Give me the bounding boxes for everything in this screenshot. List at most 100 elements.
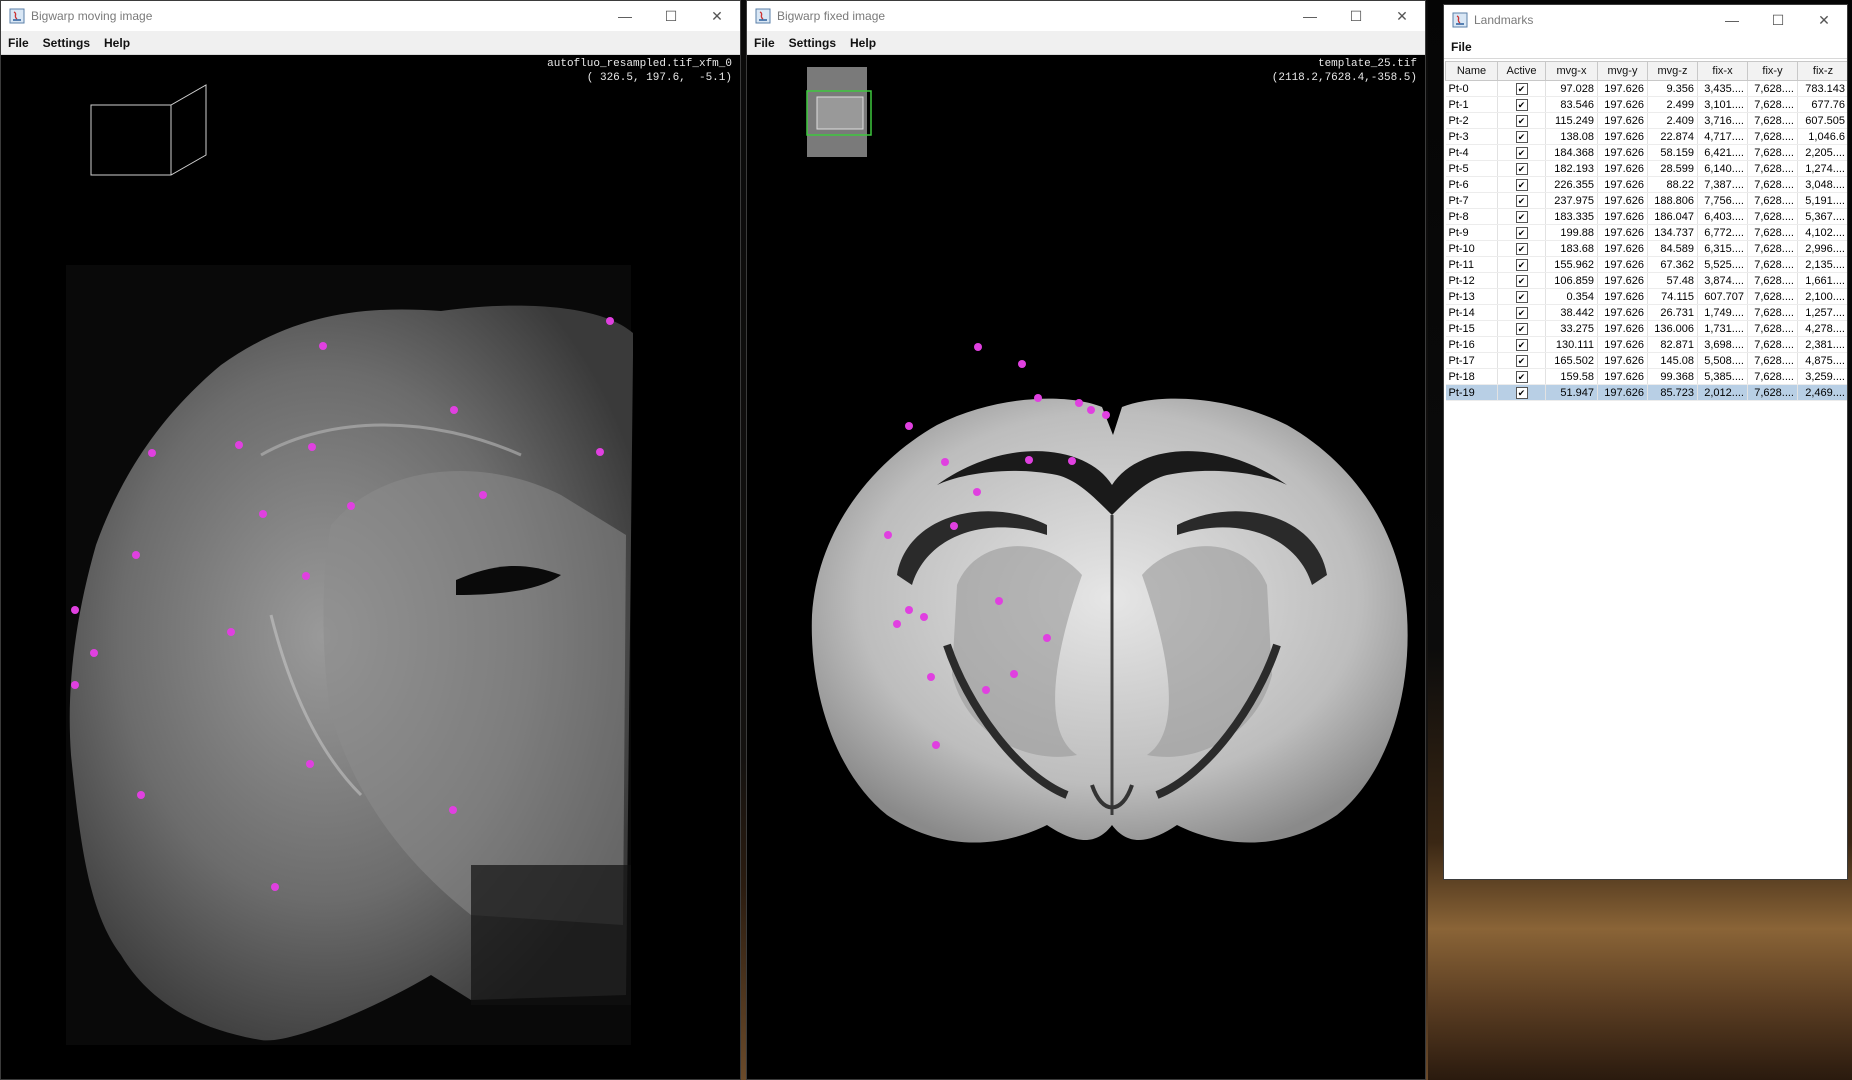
coordinate-cell[interactable]: 1,749.... <box>1697 304 1748 321</box>
landmark-name-cell[interactable]: Pt-6 <box>1445 176 1498 193</box>
coordinate-cell[interactable]: 1,257.... <box>1797 304 1847 321</box>
menu-file[interactable]: File <box>747 36 782 50</box>
coordinate-cell[interactable]: 7,628.... <box>1747 112 1798 129</box>
table-row[interactable]: Pt-17 ✔ 165.502 197.626 145.08 5,508.... 7,628… <box>1445 352 1847 369</box>
close-button[interactable]: ✕ <box>1801 5 1847 35</box>
column-header-mvg-z[interactable]: mvg-z <box>1647 61 1698 81</box>
landmark-point[interactable] <box>1068 457 1076 465</box>
coordinate-cell[interactable]: 182.193 <box>1545 160 1598 177</box>
landmark-point[interactable] <box>450 406 458 414</box>
table-row[interactable]: Pt-8 ✔ 183.335 197.626 186.047 6,403.... 7,628… <box>1445 208 1847 225</box>
coordinate-cell[interactable]: 197.626 <box>1597 352 1648 369</box>
coordinate-cell[interactable]: 197.626 <box>1597 368 1648 385</box>
table-row[interactable]: Pt-4 ✔ 184.368 197.626 58.159 6,421.... 7,628.… <box>1445 144 1847 161</box>
coordinate-cell[interactable]: 159.58 <box>1545 368 1598 385</box>
landmark-point[interactable] <box>974 343 982 351</box>
coordinate-cell[interactable]: 138.08 <box>1545 128 1598 145</box>
column-header-mvg-y[interactable]: mvg-y <box>1597 61 1648 81</box>
menu-help[interactable]: Help <box>843 36 883 50</box>
coordinate-cell[interactable]: 3,435.... <box>1697 80 1748 97</box>
table-row[interactable]: Pt-0 ✔ 97.028 197.626 9.356 3,435.... 7,628...… <box>1445 80 1847 97</box>
active-checkbox[interactable]: ✔ <box>1497 384 1546 401</box>
landmark-name-cell[interactable]: Pt-14 <box>1445 304 1498 321</box>
coordinate-cell[interactable]: 134.737 <box>1647 224 1698 241</box>
coordinate-cell[interactable]: 2,135.... <box>1797 256 1847 273</box>
coordinate-cell[interactable]: 7,628.... <box>1747 128 1798 145</box>
maximize-button[interactable]: ☐ <box>1333 1 1379 31</box>
landmark-point[interactable] <box>905 606 913 614</box>
coordinate-cell[interactable]: 607.505 <box>1797 112 1847 129</box>
coordinate-cell[interactable]: 7,387.... <box>1697 176 1748 193</box>
coordinate-cell[interactable]: 3,101.... <box>1697 96 1748 113</box>
landmark-point[interactable] <box>347 502 355 510</box>
coordinate-cell[interactable]: 2,996.... <box>1797 240 1847 257</box>
coordinate-cell[interactable]: 197.626 <box>1597 112 1648 129</box>
landmark-point[interactable] <box>606 317 614 325</box>
landmark-point[interactable] <box>479 491 487 499</box>
landmark-point[interactable] <box>235 441 243 449</box>
coordinate-cell[interactable]: 82.871 <box>1647 336 1698 353</box>
coordinate-cell[interactable]: 58.159 <box>1647 144 1698 161</box>
table-row[interactable]: Pt-18 ✔ 159.58 197.626 99.368 5,385.... 7,628.… <box>1445 368 1847 385</box>
coordinate-cell[interactable]: 7,628.... <box>1747 352 1798 369</box>
coordinate-cell[interactable]: 197.626 <box>1597 256 1648 273</box>
active-checkbox[interactable]: ✔ <box>1497 128 1546 145</box>
coordinate-cell[interactable]: 5,525.... <box>1697 256 1748 273</box>
coordinate-cell[interactable]: 7,628.... <box>1747 176 1798 193</box>
active-checkbox[interactable]: ✔ <box>1497 112 1546 129</box>
coordinate-cell[interactable]: 2,205.... <box>1797 144 1847 161</box>
coordinate-cell[interactable]: 5,191.... <box>1797 192 1847 209</box>
landmarks-window-titlebar[interactable]: Landmarks — ☐ ✕ <box>1444 5 1847 35</box>
coordinate-cell[interactable]: 7,628.... <box>1747 384 1798 401</box>
coordinate-cell[interactable]: 183.335 <box>1545 208 1598 225</box>
coordinate-cell[interactable]: 3,716.... <box>1697 112 1748 129</box>
table-row[interactable]: Pt-2 ✔ 115.249 197.626 2.409 3,716.... 7,628..… <box>1445 112 1847 129</box>
landmark-point[interactable] <box>449 806 457 814</box>
coordinate-cell[interactable]: 197.626 <box>1597 224 1648 241</box>
coordinate-cell[interactable]: 7,628.... <box>1747 240 1798 257</box>
coordinate-cell[interactable]: 6,421.... <box>1697 144 1748 161</box>
maximize-button[interactable]: ☐ <box>1755 5 1801 35</box>
coordinate-cell[interactable]: 7,628.... <box>1747 256 1798 273</box>
coordinate-cell[interactable]: 2,469.... <box>1797 384 1847 401</box>
coordinate-cell[interactable]: 199.88 <box>1545 224 1598 241</box>
active-checkbox[interactable]: ✔ <box>1497 256 1546 273</box>
landmark-point[interactable] <box>893 620 901 628</box>
coordinate-cell[interactable]: 7,628.... <box>1747 96 1798 113</box>
close-button[interactable]: ✕ <box>1379 1 1425 31</box>
active-checkbox[interactable]: ✔ <box>1497 288 1546 305</box>
coordinate-cell[interactable]: 3,698.... <box>1697 336 1748 353</box>
coordinate-cell[interactable]: 607.707 <box>1697 288 1748 305</box>
landmark-point[interactable] <box>982 686 990 694</box>
landmark-name-cell[interactable]: Pt-13 <box>1445 288 1498 305</box>
coordinate-cell[interactable]: 7,628.... <box>1747 192 1798 209</box>
coordinate-cell[interactable]: 186.047 <box>1647 208 1698 225</box>
coordinate-cell[interactable]: 188.806 <box>1647 192 1698 209</box>
coordinate-cell[interactable]: 38.442 <box>1545 304 1598 321</box>
active-checkbox[interactable]: ✔ <box>1497 192 1546 209</box>
coordinate-cell[interactable]: 7,628.... <box>1747 224 1798 241</box>
coordinate-cell[interactable]: 97.028 <box>1545 80 1598 97</box>
landmark-point[interactable] <box>905 422 913 430</box>
landmark-point[interactable] <box>302 572 310 580</box>
coordinate-cell[interactable]: 4,875.... <box>1797 352 1847 369</box>
table-row[interactable]: Pt-13 ✔ 0.354 197.626 74.115 607.707 7,628....… <box>1445 288 1847 305</box>
fixed-image-viewer[interactable]: template_25.tif (2118.2,7628.4,-358.5) <box>747 55 1425 1079</box>
landmark-point[interactable] <box>1043 634 1051 642</box>
menu-settings[interactable]: Settings <box>36 36 97 50</box>
coordinate-cell[interactable]: 3,259.... <box>1797 368 1847 385</box>
landmark-name-cell[interactable]: Pt-0 <box>1445 80 1498 97</box>
coordinate-cell[interactable]: 130.111 <box>1545 336 1598 353</box>
table-row[interactable]: Pt-1 ✔ 83.546 197.626 2.499 3,101.... 7,628...… <box>1445 96 1847 113</box>
coordinate-cell[interactable]: 7,628.... <box>1747 336 1798 353</box>
coordinate-cell[interactable]: 7,628.... <box>1747 320 1798 337</box>
coordinate-cell[interactable]: 1,274.... <box>1797 160 1847 177</box>
coordinate-cell[interactable]: 136.006 <box>1647 320 1698 337</box>
table-row[interactable]: Pt-7 ✔ 237.975 197.626 188.806 7,756.... 7,628… <box>1445 192 1847 209</box>
minimize-button[interactable]: — <box>602 1 648 31</box>
column-header-name[interactable]: Name <box>1445 61 1498 81</box>
landmark-name-cell[interactable]: Pt-11 <box>1445 256 1498 273</box>
coordinate-cell[interactable]: 88.22 <box>1647 176 1698 193</box>
coordinate-cell[interactable]: 7,628.... <box>1747 304 1798 321</box>
coordinate-cell[interactable]: 4,717.... <box>1697 128 1748 145</box>
